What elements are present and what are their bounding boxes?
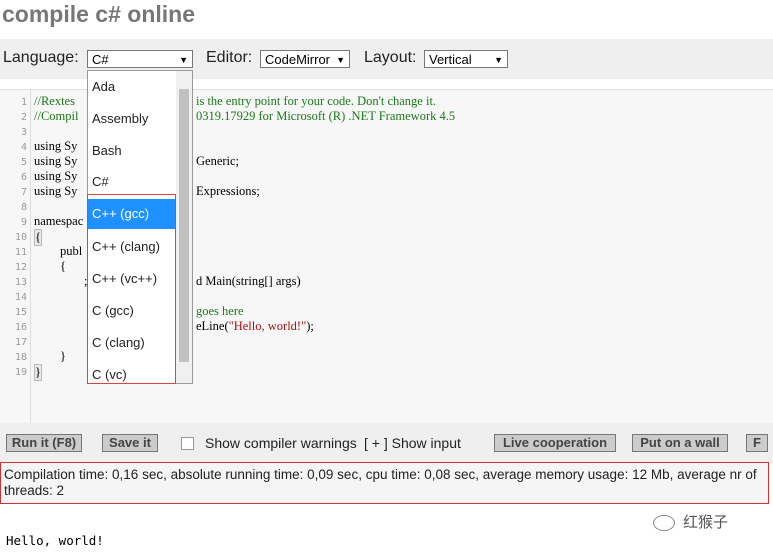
code-line: 0319.17929 for Microsoft (R) .NET Framew… (196, 109, 456, 123)
language-select[interactable]: C# ▼ (87, 50, 193, 68)
code-token: ); (306, 319, 314, 333)
line-number: 2 (20, 112, 27, 123)
code-line: using Sy (34, 154, 78, 168)
code-line: { (34, 229, 42, 246)
dropdown-option-c-clang[interactable]: C (clang) (88, 328, 176, 358)
dropdown-option-cpp-clang[interactable]: C++ (clang) (88, 232, 176, 262)
chevron-down-icon: ▼ (336, 55, 345, 65)
dropdown-option-csharp[interactable]: C# (88, 167, 176, 197)
layout-select[interactable]: Vertical ▼ (424, 50, 508, 68)
language-select-value: C# (92, 52, 109, 67)
language-dropdown-list[interactable]: Ada Assembly Bash C# C++ (gcc) C++ (clan… (87, 70, 193, 384)
editor-select[interactable]: CodeMirror ▼ (260, 50, 350, 68)
code-line: //Compil (34, 109, 79, 123)
code-line: namespac (34, 214, 84, 228)
show-input-link[interactable]: [ + ] Show input (364, 435, 461, 451)
code-line: using Sy (34, 139, 78, 153)
put-on-wall-button[interactable]: Put on a wall (632, 434, 728, 452)
line-number: 10 (14, 232, 27, 243)
line-number: 18 (14, 352, 27, 363)
code-line: Expressions; (196, 184, 260, 198)
chevron-down-icon: ▼ (179, 55, 188, 65)
line-number: 15 (14, 307, 27, 318)
code-line: //Rextes (34, 94, 75, 108)
f-button[interactable]: F (746, 434, 768, 452)
code-line: d Main(string[] args) (196, 274, 301, 288)
dropdown-option-cpp-vc[interactable]: C++ (vc++) (88, 264, 176, 294)
line-number: 3 (20, 127, 27, 138)
code-line: using Sy (34, 184, 78, 198)
code-line: goes here (196, 304, 244, 318)
code-line: } (60, 349, 66, 363)
dropdown-option-ada[interactable]: Ada (88, 72, 176, 102)
layout-select-value: Vertical (429, 52, 472, 67)
line-number: 1 (20, 97, 27, 108)
dropdown-option-assembly[interactable]: Assembly (88, 104, 176, 134)
program-output: Hello, world! (6, 533, 104, 548)
line-number: 7 (20, 187, 27, 198)
editor-select-value: CodeMirror (265, 52, 331, 67)
code-line: using Sy (34, 169, 78, 183)
scrollbar-thumb[interactable] (179, 89, 189, 362)
watermark: 红猴子 (653, 511, 728, 533)
action-bar: Run it (F8) Save it Show compiler warnin… (0, 423, 773, 463)
run-button[interactable]: Run it (F8) (6, 434, 82, 452)
live-cooperation-button[interactable]: Live cooperation (494, 434, 616, 452)
dropdown-option-c-vc[interactable]: C (vc) (88, 360, 176, 390)
line-number: 9 (20, 217, 27, 228)
line-number: 6 (20, 172, 27, 183)
chevron-down-icon: ▼ (494, 55, 503, 65)
dropdown-option-bash[interactable]: Bash (88, 136, 176, 166)
language-label: Language: (3, 49, 79, 66)
watermark-text: 红猴子 (683, 514, 729, 531)
line-number: 4 (20, 142, 27, 153)
line-number: 14 (14, 292, 27, 303)
code-line: } (34, 364, 42, 381)
code-line: { (60, 259, 66, 273)
save-button[interactable]: Save it (102, 434, 158, 452)
line-number: 19 (14, 367, 27, 378)
page-title: compile c# online (2, 1, 195, 27)
code-line: eLine("Hello, world!"); (196, 319, 314, 334)
dropdown-option-c-gcc[interactable]: C (gcc) (88, 296, 176, 326)
dropdown-scrollbar[interactable] (176, 71, 192, 383)
line-number-gutter: 1 2 3 4 5 6 7 8 9 10 11 12 13 14 15 16 1… (0, 90, 31, 424)
code-line: Generic; (196, 154, 240, 168)
line-number: 17 (14, 337, 27, 348)
layout-label: Layout: (364, 49, 417, 66)
show-warnings-checkbox[interactable] (181, 437, 194, 450)
compilation-status: Compilation time: 0,16 sec, absolute run… (0, 462, 769, 504)
line-number: 8 (20, 202, 27, 213)
line-number: 5 (20, 157, 27, 168)
dropdown-option-cpp-gcc[interactable]: C++ (gcc) (88, 199, 176, 229)
line-number: 16 (14, 322, 27, 333)
line-number: 11 (14, 247, 27, 258)
code-line: is the entry point for your code. Don't … (196, 94, 437, 108)
wechat-icon (653, 515, 675, 532)
code-line: publ (60, 244, 83, 258)
show-warnings-label: Show compiler warnings (205, 435, 357, 451)
line-number: 13 (14, 277, 27, 288)
code-string: "Hello, world!" (228, 319, 307, 333)
editor-label: Editor: (206, 49, 253, 66)
line-number: 12 (14, 262, 27, 273)
code-token: eLine( (196, 319, 229, 333)
